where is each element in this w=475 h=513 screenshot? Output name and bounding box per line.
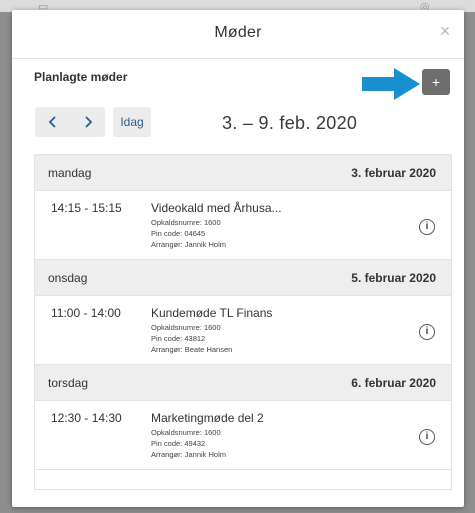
dialog-title: Møder bbox=[214, 24, 262, 41]
meeting-time: 12:30 - 14:30 bbox=[51, 411, 122, 425]
meeting-title: Videokald med Århusa... bbox=[151, 201, 282, 215]
section-title: Planlagte møder bbox=[34, 70, 128, 84]
meeting-pin: Pin code: 43812 bbox=[151, 334, 206, 343]
meeting-time: 11:00 - 14:00 bbox=[51, 306, 121, 320]
dialog-header: Møder × bbox=[12, 10, 464, 59]
info-icon[interactable]: i bbox=[419, 429, 435, 445]
day-header: onsdag 5. februar 2020 bbox=[35, 260, 451, 296]
meeting-dial: Opkaldsnumre: 1600 bbox=[151, 218, 221, 227]
meeting-title: Kundemøde TL Finans bbox=[151, 306, 273, 320]
day-header: mandag 3. februar 2020 bbox=[35, 155, 451, 191]
day-weekday: mandag bbox=[48, 165, 92, 180]
previous-week-button[interactable] bbox=[35, 107, 70, 137]
info-icon[interactable]: i bbox=[419, 219, 435, 235]
meeting-dial: Opkaldsnumre: 1600 bbox=[151, 428, 221, 437]
meeting-organizer: Arrangør: Beate Hansen bbox=[151, 345, 233, 354]
next-week-button[interactable] bbox=[70, 107, 105, 137]
meeting-pin: Pin code: 49432 bbox=[151, 439, 206, 448]
meeting-title: Marketingmøde del 2 bbox=[151, 411, 264, 425]
meeting-pin: Pin code: 04645 bbox=[151, 229, 206, 238]
meeting-item[interactable]: 12:30 - 14:30 Marketingmøde del 2 Opkald… bbox=[35, 401, 451, 470]
meeting-list: mandag 3. februar 2020 14:15 - 15:15 Vid… bbox=[34, 154, 452, 490]
meeting-item[interactable]: 11:00 - 14:00 Kundemøde TL Finans Opkald… bbox=[35, 296, 451, 365]
day-weekday: torsdag bbox=[48, 375, 89, 390]
day-header: torsdag 6. februar 2020 bbox=[35, 365, 451, 401]
chevron-left-icon bbox=[48, 116, 56, 128]
meeting-organizer: Arrangør: Jannik Holm bbox=[151, 450, 227, 459]
meeting-item[interactable]: 14:15 - 15:15 Videokald med Århusa... Op… bbox=[35, 191, 451, 260]
week-navigation bbox=[35, 107, 105, 137]
date-range-title: 3. – 9. feb. 2020 bbox=[222, 113, 358, 133]
meetings-dialog: Møder × Planlagte møder + Idag 3. – 9. f… bbox=[12, 10, 464, 507]
meeting-time: 14:15 - 15:15 bbox=[51, 201, 122, 215]
today-button[interactable]: Idag bbox=[113, 107, 151, 137]
chevron-right-icon bbox=[84, 116, 92, 128]
add-meeting-button[interactable]: + bbox=[422, 69, 450, 95]
info-icon[interactable]: i bbox=[419, 324, 435, 340]
meeting-organizer: Arrangør: Jannik Holm bbox=[151, 240, 227, 249]
close-button[interactable]: × bbox=[436, 22, 454, 40]
day-date: 3. februar 2020 bbox=[351, 165, 436, 180]
meeting-dial: Opkaldsnumre: 1600 bbox=[151, 323, 221, 332]
arrow-right-icon bbox=[362, 68, 420, 100]
day-weekday: onsdag bbox=[48, 270, 88, 285]
day-date: 5. februar 2020 bbox=[351, 270, 436, 285]
day-date: 6. februar 2020 bbox=[351, 375, 436, 390]
